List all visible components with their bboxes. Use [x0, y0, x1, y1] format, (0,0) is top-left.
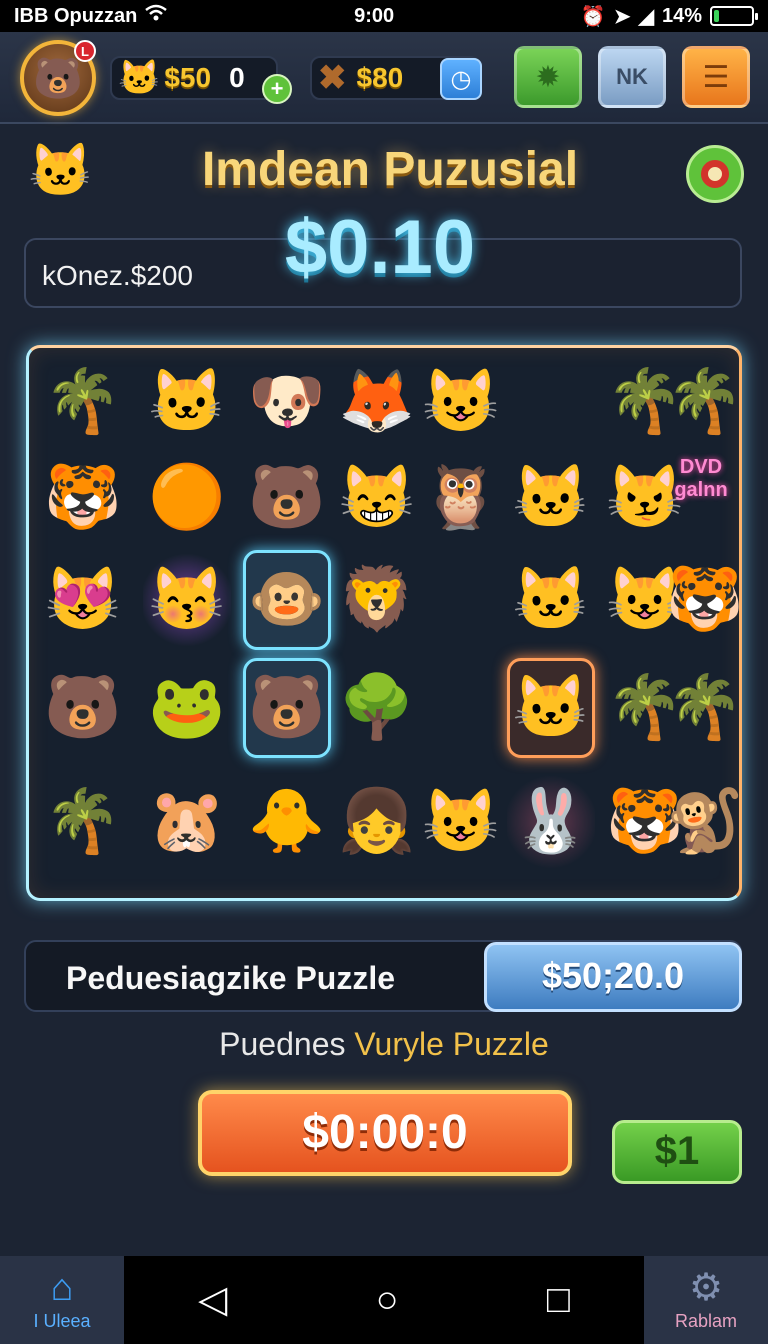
- play-button[interactable]: $0:00:0: [198, 1090, 572, 1176]
- fox-icon[interactable]: 🦊: [333, 352, 421, 452]
- tree-icon[interactable]: 🌳: [333, 658, 421, 758]
- orange-cat-icon[interactable]: 🐯: [39, 448, 127, 548]
- wood-value: $80: [356, 62, 404, 93]
- menu-icon: ☰: [702, 60, 730, 94]
- shield-button[interactable]: NK: [598, 46, 666, 108]
- ghost-cat-icon: 🐱: [118, 59, 161, 97]
- purple-cat-icon[interactable]: 😸: [333, 448, 421, 548]
- add-currency-button[interactable]: +: [262, 74, 292, 104]
- palm-tree-icon[interactable]: 🌴: [39, 772, 127, 872]
- subtitle: Puednes Vuryle Puzzle: [0, 1026, 768, 1063]
- pink-cat-icon[interactable]: 😻: [39, 550, 127, 650]
- info-label: kOnez.$200: [42, 260, 193, 291]
- puzzle-label: Peduesiagzike Puzzle: [66, 960, 396, 996]
- tiger-icon[interactable]: 🐯: [661, 550, 749, 650]
- gear-icon: ⚙: [688, 1266, 724, 1309]
- alarm-icon: ⏰: [580, 5, 606, 28]
- tab-home-label: I Uleea: [33, 1310, 91, 1331]
- coins-value: $50: [164, 62, 212, 93]
- blue-cat-icon[interactable]: 😺: [417, 772, 505, 872]
- top-hud: 🐻 L 🐱 $50 0 + ✖ $80 ◷ ✹ NK ☰: [0, 32, 768, 124]
- game-title: Imdean Puzusial: [201, 143, 579, 196]
- search-icon: [701, 160, 729, 188]
- status-time: 9:00: [354, 4, 395, 27]
- coins-count: 0: [229, 62, 245, 93]
- gear-badge-icon: ✹: [535, 60, 561, 94]
- green-cat-icon[interactable]: 🐹: [143, 772, 231, 872]
- search-button[interactable]: [686, 145, 744, 203]
- blue-cat-icon[interactable]: 😺: [417, 352, 505, 452]
- battery-icon: [710, 6, 758, 26]
- green-frog-icon[interactable]: 🐸: [143, 658, 231, 758]
- monkey-icon[interactable]: 🐒: [661, 772, 749, 872]
- back-icon[interactable]: ◁: [198, 1281, 227, 1319]
- palm-tree-icon[interactable]: 🌴: [661, 352, 749, 452]
- gold-orb-icon[interactable]: 🟠: [143, 448, 231, 548]
- currency-coins[interactable]: 🐱 $50 0: [110, 56, 278, 100]
- location-icon: ➤: [613, 5, 631, 28]
- tab-settings-label: Rablam: [674, 1310, 738, 1331]
- bear-icon[interactable]: 🐻: [243, 658, 331, 758]
- bottom-nav: ⌂ I Uleea ◁ ○ □ ⚙ Rablam: [0, 1256, 768, 1344]
- subtitle-gold: Vuryle Puzzle: [354, 1026, 549, 1062]
- timer-button[interactable]: ◷: [440, 58, 482, 100]
- purple-cat-icon[interactable]: 😽: [143, 550, 231, 650]
- carrier-label: IBB Opuzzan: [14, 4, 138, 27]
- tab-settings[interactable]: ⚙ Rablam: [644, 1256, 768, 1344]
- palm-tree-icon[interactable]: 🌴: [39, 352, 127, 452]
- signal-icon: ◢: [638, 5, 654, 28]
- bear-icon[interactable]: 🐻: [243, 448, 331, 548]
- recents-icon[interactable]: □: [547, 1281, 570, 1319]
- orange-cat-icon[interactable]: 🐱: [507, 550, 595, 650]
- battery-percent: 14%: [661, 4, 702, 27]
- battery-fill: [714, 10, 720, 22]
- bear-avatar-icon: 🐻: [33, 56, 83, 101]
- notification-badge: L: [74, 40, 96, 62]
- home-icon[interactable]: ○: [376, 1281, 399, 1319]
- buy-button[interactable]: $1: [612, 1120, 742, 1184]
- winged-cat-icon[interactable]: 🦁: [333, 550, 421, 650]
- price-button[interactable]: $50;20.0: [484, 942, 742, 1012]
- orange-cat-icon[interactable]: 🐱: [507, 448, 595, 548]
- badge-button[interactable]: ✹: [514, 46, 582, 108]
- clock-icon: ◷: [450, 65, 472, 93]
- orange-cat-icon[interactable]: 🐱: [143, 352, 231, 452]
- prize-amount: $0.10: [284, 205, 476, 290]
- crossed-wood-icon: ✖: [318, 59, 347, 97]
- white-cat-icon[interactable]: 🐱: [507, 658, 595, 758]
- menu-button[interactable]: ☰: [682, 46, 750, 108]
- palm-tree-icon[interactable]: 🌴: [661, 658, 749, 758]
- status-bar: IBB Opuzzan 9:00 ⏰ ➤ ◢ 14%: [0, 0, 768, 32]
- avatar[interactable]: 🐻 L: [20, 40, 96, 116]
- system-nav: ◁ ○ □: [124, 1256, 644, 1344]
- white-cat-icon[interactable]: 🐰: [507, 772, 595, 872]
- owl-cat-icon[interactable]: 🦉: [417, 448, 505, 548]
- subtitle-white: Puednes: [219, 1026, 346, 1062]
- dog-icon[interactable]: 🐶: [243, 352, 331, 452]
- yellow-cat-icon[interactable]: 🐥: [243, 772, 331, 872]
- board-corner-label: DVD galnn: [674, 456, 728, 501]
- monkey-icon[interactable]: 🐵: [243, 550, 331, 650]
- tab-home[interactable]: ⌂ I Uleea: [0, 1256, 124, 1344]
- girl-icon[interactable]: 👧: [333, 772, 421, 872]
- shield-icon: NK: [616, 64, 648, 89]
- home-tab-icon: ⌂: [50, 1266, 74, 1309]
- puzzle-board: 🌴 🐱 🐶 🦊 😺 🌴 🌴 🐯 🟠 🐻 😸 🦉 🐱 😼 😻 😽 🐵 🦁 🐱 😺 🐯 🐻 🐸 🐻 🌳 🐱 🌴 🌴 🌴 🐹 🐥 👧 😺 🐰 🐯 🐒 DVD …: [26, 345, 744, 901]
- brown-bear-icon[interactable]: 🐻: [39, 658, 127, 758]
- mascot-cat-icon: 🐱: [28, 142, 93, 200]
- wifi-icon: [145, 4, 168, 28]
